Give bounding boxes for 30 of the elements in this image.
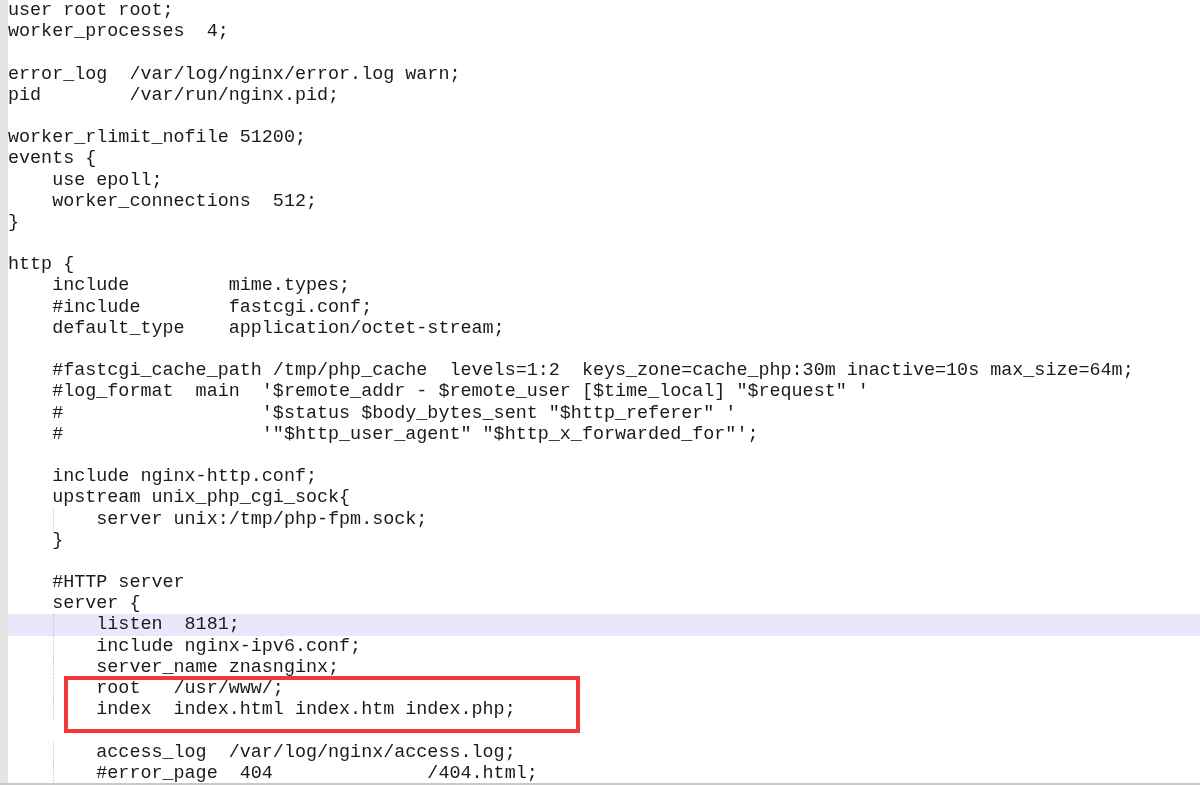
code-line: server {	[51, 593, 141, 615]
code-line: worker_connections 512;	[51, 190, 317, 212]
code-line: use epoll;	[51, 169, 163, 191]
code-line: access_log /var/log/nginx/access.log;	[95, 741, 516, 763]
code-line: }	[51, 529, 64, 551]
code-line: worker_rlimit_nofile 51200;	[8, 127, 306, 149]
code-line: default_type application/octet-stream;	[51, 317, 505, 339]
code-line: }	[8, 211, 20, 233]
code-line: pid /var/run/nginx.pid;	[8, 84, 340, 106]
code-line: #log_format main '$remote_addr - $remote_user [$time_local] "$request" '	[51, 381, 869, 403]
code-line: server_name znasnginx;	[95, 656, 340, 678]
code-line: #error_page 404 /404.html;	[95, 762, 538, 783]
code-line: #fastcgi_cache_path /tmp/php_cache levels=1:2 keys_zone=cache_php:30m inactive=10s max_size=64m;	[51, 360, 1134, 382]
code-line: http {	[8, 254, 75, 276]
code-line: # '"$http_user_agent" "$http_x_forwarded_for"';	[51, 423, 759, 445]
code-line: #HTTP server	[51, 572, 185, 594]
code-line: # '$status $body_bytes_sent "$http_referer" '	[51, 402, 737, 424]
code-line: user root root;	[8, 0, 174, 21]
code-line: include nginx-ipv6.conf;	[95, 635, 362, 657]
code-line: index index.html index.htm index.php;	[95, 699, 516, 721]
code-line: error_log /var/log/nginx/error.log warn;	[8, 63, 461, 85]
code-line: events {	[8, 148, 97, 170]
code-line: listen 8181;	[95, 614, 240, 636]
code-line: server unix:/tmp/php-fpm.sock;	[95, 508, 428, 530]
code-line: root /usr/www/;	[95, 678, 284, 699]
code-line: worker_processes 4;	[8, 21, 229, 43]
code-line: upstream unix_php_cgi_sock{	[51, 487, 351, 509]
code-line: include nginx-http.conf;	[51, 466, 317, 488]
code-line: include mime.types;	[51, 275, 351, 297]
code-line: #include fastcgi.conf;	[51, 296, 373, 318]
